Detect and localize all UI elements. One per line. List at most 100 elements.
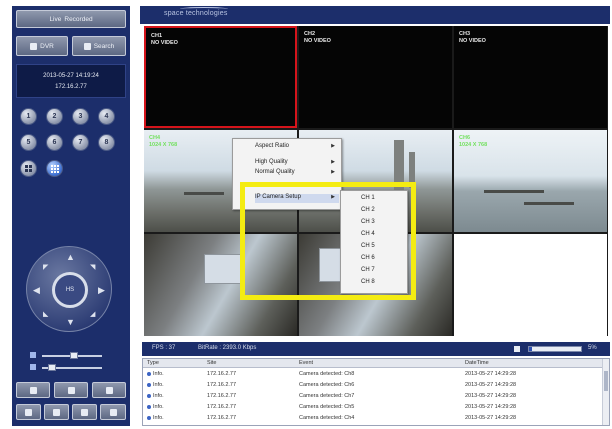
table-cell: Camera detected: Ch8 xyxy=(299,371,355,377)
submenu-arrow-icon: ▶ xyxy=(331,194,335,200)
ptz-center-button[interactable]: HS xyxy=(52,272,88,308)
channel-button-8[interactable]: 8 xyxy=(98,134,115,151)
speaker-icon xyxy=(30,352,36,358)
menu-item-normal-quality[interactable]: Normal Quality ▶ xyxy=(255,169,339,175)
toolbar-button-5[interactable] xyxy=(44,404,69,420)
channel-button-2[interactable]: 2 xyxy=(46,108,63,125)
video-cell-ch3[interactable]: CH3 NO VIDEO xyxy=(454,26,607,128)
menu-item-high-quality[interactable]: High Quality ▶ xyxy=(255,159,339,165)
ptz-down-right-arrow-icon[interactable]: ◢ xyxy=(90,310,95,319)
menu-separator xyxy=(253,185,337,186)
table-row[interactable]: Info. 172.16.2.77 Camera detected: Ch7 2013… xyxy=(143,392,609,401)
video-cell-ch1[interactable]: CH1 NO VIDEO xyxy=(144,26,297,128)
toolbar-icon-4 xyxy=(25,408,32,416)
column-header-site[interactable]: Site xyxy=(207,360,216,366)
menu-item-label: IP Camera Setup xyxy=(255,194,301,200)
submenu-item-ch2[interactable]: CH 2 xyxy=(361,207,375,213)
fps-readout: FPS : 37 xyxy=(152,345,176,351)
table-row[interactable]: Info. 172.16.2.77 Camera detected: Ch5 2013… xyxy=(143,403,609,412)
cell-status: NO VIDEO xyxy=(459,38,486,44)
table-row[interactable]: Info. 172.16.2.77 Camera detected: Ch6 2013… xyxy=(143,381,609,390)
submenu-item-ch6[interactable]: CH 6 xyxy=(361,255,375,261)
bitrate-readout: BitRate : 2393.0 Kbps xyxy=(198,345,257,351)
ptz-up-right-arrow-icon[interactable]: ◥ xyxy=(90,263,95,272)
menu-item-aspect-ratio[interactable]: Aspect Ratio ▶ xyxy=(255,143,339,149)
table-cell: Info. xyxy=(153,371,164,377)
camera-feed-image xyxy=(144,234,297,336)
submenu-item-ch7[interactable]: CH 7 xyxy=(361,267,375,273)
info-icon xyxy=(147,383,151,387)
live-label: Live xyxy=(49,15,62,23)
status-bar: FPS : 37 BitRate : 2393.0 Kbps 5% xyxy=(142,342,610,356)
ip-camera-channel-submenu: CH 1 CH 2 CH 3 CH 4 CH 5 CH 6 CH 7 CH 8 xyxy=(340,190,408,294)
table-row[interactable]: Info. 172.16.2.77 Camera detected: Ch4 2013… xyxy=(143,414,609,423)
event-log-table: Type Site Event DateTime Info. 172.16.2.7… xyxy=(142,358,610,426)
column-header-datetime[interactable]: DateTime xyxy=(465,360,489,366)
video-cell-ch2[interactable]: CH2 NO VIDEO xyxy=(299,26,452,128)
column-header-event[interactable]: Event xyxy=(299,360,313,366)
system-ip: 172.16.2.77 xyxy=(55,84,87,90)
layout-2x2-button[interactable] xyxy=(20,160,37,177)
table-cell: 2013-05-27 14:29:28 xyxy=(465,415,517,421)
speed-icon xyxy=(30,364,36,370)
speed-slider[interactable] xyxy=(30,364,110,372)
table-cell: Camera detected: Ch7 xyxy=(299,393,355,399)
table-cell: Info. xyxy=(153,393,164,399)
channel-button-5[interactable]: 5 xyxy=(20,134,37,151)
toolbar-button-7[interactable] xyxy=(100,404,126,420)
table-cell: 172.16.2.77 xyxy=(207,415,237,421)
video-cell-ch9[interactable] xyxy=(454,234,607,336)
toolbar-icon-2 xyxy=(67,386,75,394)
table-cell: 172.16.2.77 xyxy=(207,393,237,399)
toolbar-button-6[interactable] xyxy=(72,404,97,420)
volume-slider[interactable] xyxy=(30,352,110,360)
event-log-scrollbar[interactable] xyxy=(602,359,609,425)
submenu-item-ch3[interactable]: CH 3 xyxy=(361,219,375,225)
submenu-item-ch1[interactable]: CH 1 xyxy=(361,195,375,201)
table-cell: 2013-05-27 14:29:28 xyxy=(465,393,517,399)
brand-name: space technologies xyxy=(164,10,228,17)
search-button[interactable]: Search xyxy=(72,36,126,56)
channel-button-4[interactable]: 4 xyxy=(98,108,115,125)
layout-3x3-button[interactable] xyxy=(46,160,63,177)
column-header-type[interactable]: Type xyxy=(147,360,159,366)
menu-item-ip-camera-setup[interactable]: IP Camera Setup ▶ xyxy=(255,194,339,203)
toolbar-button-2[interactable] xyxy=(54,382,88,398)
channel-button-1[interactable]: 1 xyxy=(20,108,37,125)
context-menu: Aspect Ratio ▶ High Quality ▶ Normal Qua… xyxy=(232,138,342,210)
cell-title: CH3 xyxy=(459,31,471,37)
video-cell-ch6[interactable]: CH6 1024 X 768 xyxy=(454,130,607,232)
toolbar-button-1[interactable] xyxy=(16,382,50,398)
cell-title: CH4 xyxy=(149,135,161,141)
speed-slider-knob[interactable] xyxy=(48,364,56,371)
ptz-control-pad: ▲ ▼ ◀ ▶ ◤ ◥ ◣ ◢ HS xyxy=(26,246,112,332)
ptz-up-arrow-icon[interactable]: ▲ xyxy=(66,253,75,262)
table-cell: 2013-05-27 14:29:28 xyxy=(465,404,517,410)
submenu-item-ch8[interactable]: CH 8 xyxy=(361,279,375,285)
brand-logo: space technologies xyxy=(164,7,228,17)
record-label: Recorded xyxy=(64,15,93,23)
toolbar-button-4[interactable] xyxy=(16,404,41,420)
toolbar-icon-7 xyxy=(109,408,117,416)
usage-percent: 5% xyxy=(588,345,597,351)
submenu-item-ch5[interactable]: CH 5 xyxy=(361,243,375,249)
submenu-item-ch4[interactable]: CH 4 xyxy=(361,231,375,237)
ptz-up-left-arrow-icon[interactable]: ◤ xyxy=(43,263,48,272)
submenu-arrow-icon: ▶ xyxy=(331,169,335,175)
channel-button-7[interactable]: 7 xyxy=(72,134,89,151)
ptz-down-arrow-icon[interactable]: ▼ xyxy=(66,318,75,327)
channel-button-6[interactable]: 6 xyxy=(46,134,63,151)
ptz-down-left-arrow-icon[interactable]: ◣ xyxy=(43,310,48,319)
volume-slider-knob[interactable] xyxy=(70,352,78,359)
table-row[interactable]: Info. 172.16.2.77 Camera detected: Ch8 2013… xyxy=(143,370,609,379)
scrollbar-thumb[interactable] xyxy=(604,371,608,391)
search-label: Search xyxy=(93,42,115,50)
ptz-left-arrow-icon[interactable]: ◀ xyxy=(33,286,40,295)
dvr-button[interactable]: DVR xyxy=(16,36,68,56)
toolbar-icon-5 xyxy=(53,408,60,416)
ptz-right-arrow-icon[interactable]: ▶ xyxy=(98,286,105,295)
video-cell-ch7[interactable] xyxy=(144,234,297,336)
channel-button-3[interactable]: 3 xyxy=(72,108,89,125)
toolbar-button-3[interactable] xyxy=(92,382,126,398)
live-recorded-toggle[interactable]: Live Recorded xyxy=(16,10,126,28)
